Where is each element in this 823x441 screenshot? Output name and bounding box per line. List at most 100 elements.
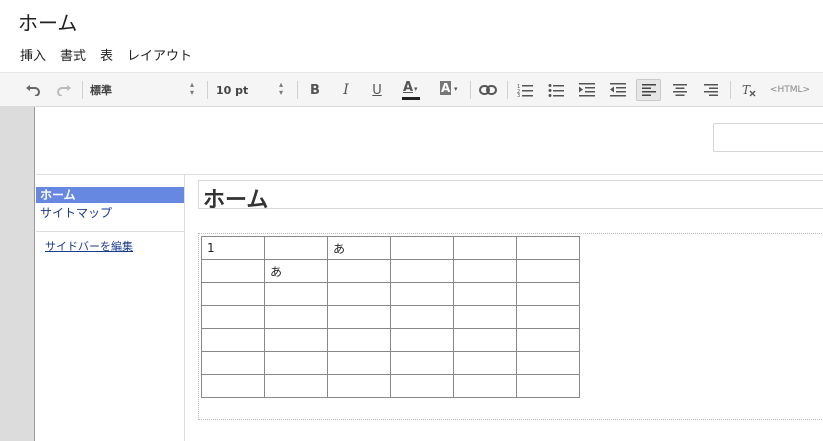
text-color-button[interactable]: A ▾ <box>397 79 423 101</box>
table-cell[interactable] <box>453 259 517 283</box>
align-right-icon <box>704 84 718 96</box>
table-cell[interactable] <box>453 282 517 306</box>
page-title: ホーム <box>203 188 269 213</box>
underline-button[interactable]: U <box>367 79 387 101</box>
table-cell[interactable]: 1 <box>201 236 265 260</box>
menu-format[interactable]: 書式 <box>60 45 86 64</box>
font-size-select-arrows-icon: ▴ ▾ <box>279 80 284 97</box>
table-cell[interactable] <box>264 305 328 329</box>
toolbar-separator <box>470 81 471 99</box>
content-table[interactable]: 1ああ <box>201 236 580 398</box>
table-cell[interactable]: あ <box>327 236 391 260</box>
table-cell[interactable] <box>201 374 265 398</box>
table-cell[interactable] <box>390 282 454 306</box>
align-center-icon <box>673 84 687 96</box>
table-cell[interactable] <box>264 282 328 306</box>
sidebar: ホーム サイトマップ サイドバーを編集 <box>36 175 185 441</box>
table-cell[interactable] <box>516 282 580 306</box>
style-select-arrows-icon: ▴ ▾ <box>190 80 195 97</box>
table-cell[interactable] <box>327 259 391 283</box>
table-cell[interactable] <box>327 351 391 375</box>
table-cell[interactable] <box>327 374 391 398</box>
redo-button[interactable] <box>53 79 75 101</box>
bulleted-list-icon <box>548 84 564 97</box>
table-cell[interactable] <box>327 282 391 306</box>
table-cell[interactable] <box>201 259 265 283</box>
bulleted-list-button[interactable] <box>545 79 567 101</box>
table-cell[interactable] <box>201 328 265 352</box>
indent-button[interactable] <box>576 79 598 101</box>
table-cell[interactable] <box>390 328 454 352</box>
sidebar-divider <box>36 231 184 232</box>
table-cell[interactable] <box>516 351 580 375</box>
table-cell[interactable] <box>516 374 580 398</box>
html-button[interactable]: <HTML> <box>767 79 813 101</box>
menu-layout[interactable]: レイアウト <box>127 45 192 64</box>
toolbar-separator <box>297 81 298 99</box>
sidebar-item-sitemap[interactable]: サイトマップ <box>36 205 184 221</box>
numbered-list-button[interactable]: 123 <box>514 79 536 101</box>
table-cell[interactable] <box>264 351 328 375</box>
style-select[interactable]: 標準 <box>90 79 200 101</box>
table-cell[interactable] <box>516 236 580 260</box>
align-left-icon <box>641 84 656 96</box>
table-row <box>201 328 580 352</box>
table-cell[interactable] <box>327 328 391 352</box>
site-header <box>36 107 823 174</box>
table-cell[interactable]: あ <box>264 259 328 283</box>
table-cell[interactable] <box>390 351 454 375</box>
edit-sidebar-link[interactable]: サイドバーを編集 <box>45 238 133 254</box>
style-select-value: 標準 <box>90 84 112 97</box>
highlight-color-button[interactable]: A ▾ <box>436 79 462 101</box>
bold-button[interactable]: B <box>305 79 325 101</box>
font-size-select[interactable]: 10 pt <box>216 79 286 101</box>
undo-icon <box>26 85 40 96</box>
table-cell[interactable] <box>264 328 328 352</box>
redo-icon <box>57 85 71 96</box>
table-cell[interactable] <box>201 351 265 375</box>
align-center-button[interactable] <box>669 79 691 101</box>
table-row <box>201 305 580 329</box>
table-cell[interactable] <box>516 259 580 283</box>
table-cell[interactable] <box>390 305 454 329</box>
menu-insert[interactable]: 挿入 <box>20 45 46 64</box>
table-cell[interactable] <box>201 282 265 306</box>
content-editor[interactable]: 1ああ <box>198 233 823 420</box>
italic-button[interactable]: I <box>336 79 356 101</box>
table-cell[interactable] <box>327 305 391 329</box>
numbered-list-icon: 123 <box>517 84 533 97</box>
table-cell[interactable] <box>201 305 265 329</box>
table-cell[interactable] <box>516 328 580 352</box>
align-left-button[interactable] <box>636 79 661 101</box>
table-row <box>201 282 580 306</box>
table-cell[interactable] <box>453 305 517 329</box>
highlight-color-label: A <box>440 81 452 95</box>
table-cell[interactable] <box>390 236 454 260</box>
table-cell[interactable] <box>390 259 454 283</box>
table-cell[interactable] <box>453 374 517 398</box>
page-title-field[interactable]: ホーム <box>198 180 823 213</box>
table-cell[interactable] <box>390 374 454 398</box>
table-row: 1あ <box>201 236 580 260</box>
undo-button[interactable] <box>22 79 44 101</box>
link-button[interactable] <box>477 79 499 101</box>
table-cell[interactable] <box>453 328 517 352</box>
sidebar-item-home[interactable]: ホーム <box>36 187 184 203</box>
table-cell[interactable] <box>453 236 517 260</box>
font-size-select-value: 10 pt <box>216 83 249 97</box>
svg-text:T: T <box>742 83 751 97</box>
table-cell[interactable] <box>264 236 328 260</box>
toolbar-separator <box>207 81 208 99</box>
align-right-button[interactable] <box>700 79 722 101</box>
clear-formatting-icon: T <box>742 83 756 97</box>
dropdown-arrow-icon: ▾ <box>414 85 418 93</box>
table-cell[interactable] <box>516 305 580 329</box>
menu-bar: 挿入 書式 表 レイアウト <box>20 45 192 64</box>
search-box[interactable] <box>713 123 823 152</box>
table-cell[interactable] <box>453 351 517 375</box>
menu-table[interactable]: 表 <box>100 45 113 64</box>
table-cell[interactable] <box>264 374 328 398</box>
text-color-swatch <box>402 97 420 100</box>
outdent-button[interactable] <box>607 79 629 101</box>
clear-formatting-button[interactable]: T <box>738 79 760 101</box>
